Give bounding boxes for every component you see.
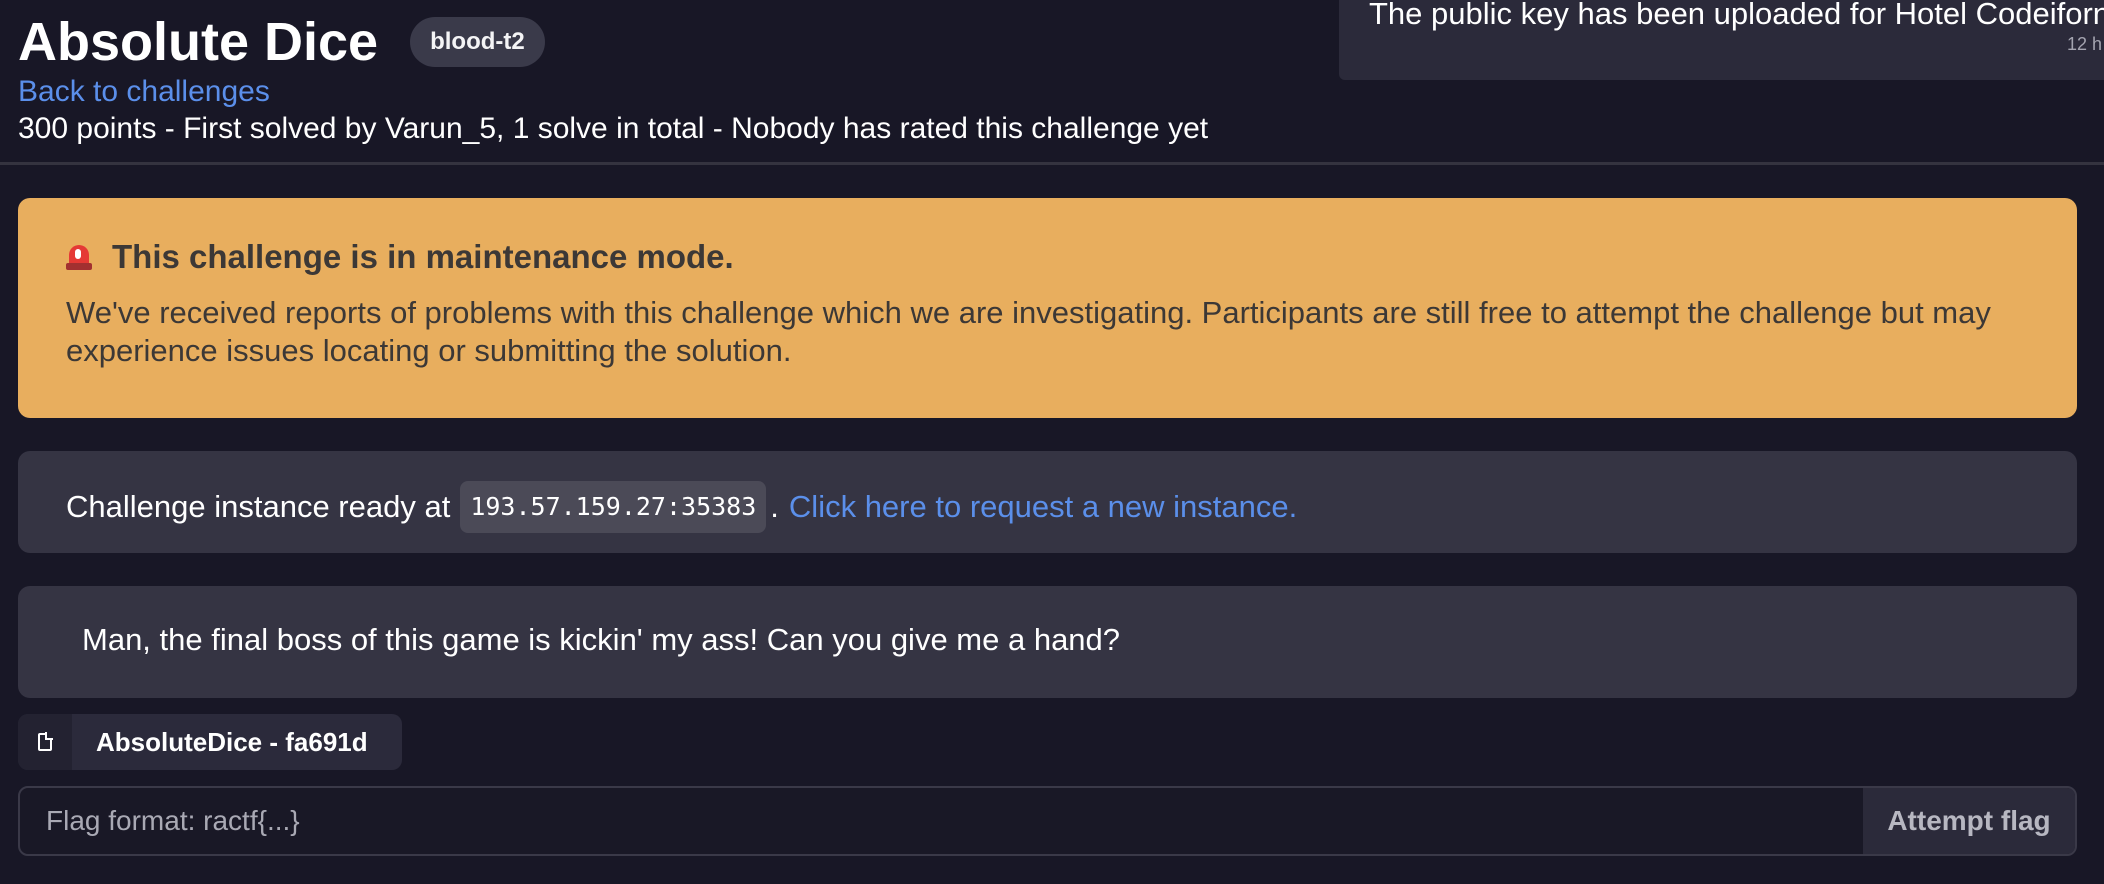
challenge-description: Man, the final boss of this game is kick… [18,586,2077,698]
siren-icon [66,243,92,271]
maintenance-banner: This challenge is in maintenance mode. W… [18,198,2077,418]
instance-separator: . [770,489,779,524]
header-divider [0,162,2104,165]
title-row: Absolute Dice blood-t2 [18,10,545,74]
page-title: Absolute Dice [18,12,379,72]
back-to-challenges-link[interactable]: Back to challenges [18,74,270,110]
flag-input[interactable] [20,788,1863,854]
request-new-instance-link[interactable]: Click here to request a new instance. [789,485,1297,529]
maintenance-header: This challenge is in maintenance mode. [66,238,734,276]
instance-line: Challenge instance ready at 193.57.159.2… [66,481,1297,533]
file-icon-box [18,714,72,770]
file-download-button[interactable]: AbsoluteDice - fa691d [18,714,402,770]
file-icon [38,732,53,751]
flag-form: Attempt flag [18,786,2077,856]
notification-time: 12 h [2067,34,2103,54]
maintenance-title: This challenge is in maintenance mode. [112,238,734,275]
notification-toast[interactable]: The public key has been uploaded for Hot… [1339,0,2104,80]
instance-prefix: Challenge instance ready at [66,489,451,524]
challenge-page: Absolute Dice blood-t2 Back to challenge… [0,0,2104,884]
file-label: AbsoluteDice - fa691d [96,726,368,757]
instance-card: Challenge instance ready at 193.57.159.2… [18,451,2077,553]
attempt-flag-button[interactable]: Attempt flag [1863,788,2075,854]
challenge-tag[interactable]: blood-t2 [410,17,545,67]
maintenance-body: We've received reports of problems with … [66,295,1991,368]
description-text: Man, the final boss of this game is kick… [82,622,1121,657]
notification-text: The public key has been uploaded for Hot… [1369,0,2104,31]
challenge-meta: 300 points - First solved by Varun_5, 1 … [18,112,1209,145]
instance-address: 193.57.159.27:35383 [460,481,767,533]
